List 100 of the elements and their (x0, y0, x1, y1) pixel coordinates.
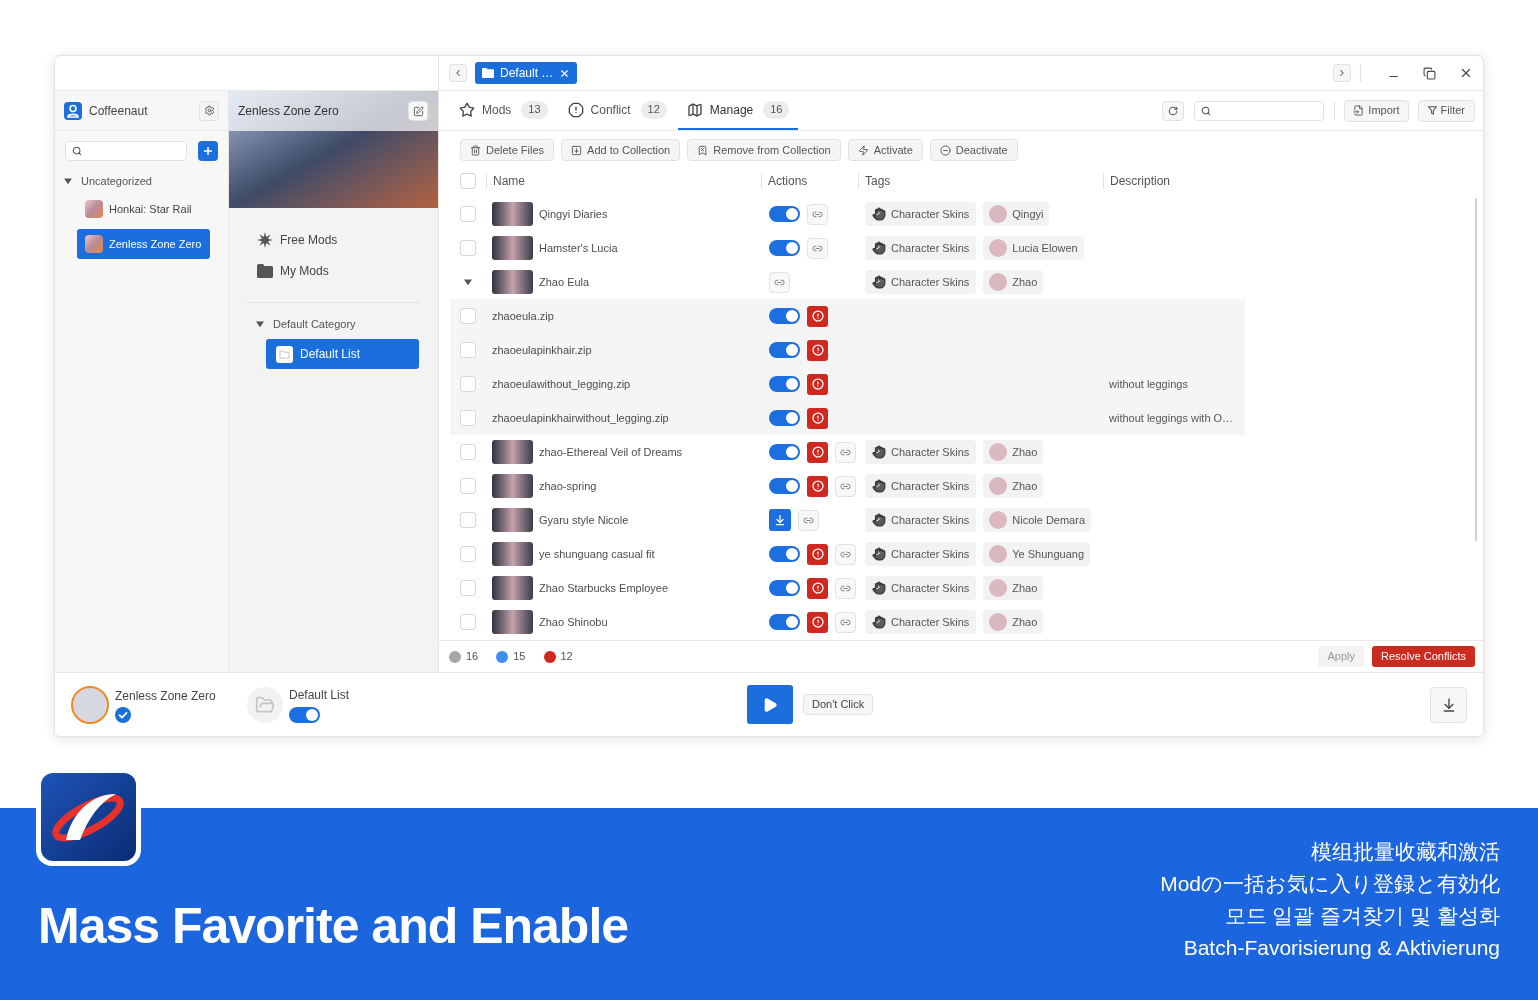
close-icon[interactable] (1459, 66, 1473, 80)
category-tag[interactable]: Character Skins (865, 474, 977, 498)
category-tag[interactable]: Character Skins (865, 576, 977, 600)
toggle-switch[interactable] (769, 410, 800, 426)
checkbox[interactable] (460, 173, 476, 189)
character-tag[interactable]: Zhao (983, 576, 1044, 600)
search-field[interactable] (65, 141, 187, 161)
link-button[interactable] (807, 237, 828, 259)
toggle-switch[interactable] (769, 444, 800, 460)
toolbar-button[interactable]: Add to Collection (561, 139, 681, 161)
alert-icon[interactable] (807, 611, 828, 633)
toggle-switch[interactable] (769, 206, 800, 222)
secondary-button[interactable]: Don't Click (803, 694, 874, 715)
search-field[interactable] (1194, 100, 1325, 121)
search-icon (1201, 105, 1212, 116)
category-tag[interactable]: Character Skins (865, 236, 977, 260)
list-item[interactable]: Default List (266, 339, 419, 369)
checkbox[interactable] (460, 342, 476, 358)
game-title: Zenless Zone Zero (238, 103, 339, 120)
caret-icon[interactable] (464, 278, 472, 286)
character-tag[interactable]: Zhao (983, 610, 1044, 634)
link-button[interactable] (769, 271, 790, 293)
toolbar-button[interactable]: Activate (847, 139, 923, 161)
alert-icon[interactable] (807, 543, 828, 565)
checkbox[interactable] (460, 376, 476, 392)
alert-icon[interactable] (807, 373, 828, 395)
alert-icon[interactable] (807, 441, 828, 463)
toggle-switch[interactable] (769, 614, 800, 630)
refresh-button[interactable] (1162, 100, 1185, 121)
toggle-switch[interactable] (769, 546, 800, 562)
tab[interactable]: Manage 16 (677, 91, 799, 130)
close-icon[interactable] (559, 67, 571, 79)
mod-name: Gyaru style Nicole (539, 512, 629, 528)
toggle-switch[interactable] (769, 376, 800, 392)
alert-icon[interactable] (807, 577, 828, 599)
category-tag[interactable]: Character Skins (865, 610, 977, 634)
alert-icon[interactable] (807, 407, 828, 429)
download-button[interactable] (1430, 686, 1467, 723)
character-tag[interactable]: Zhao (983, 270, 1044, 294)
resolve-button[interactable]: Resolve Conflicts (1372, 646, 1475, 667)
checkbox[interactable] (460, 206, 476, 222)
link-button[interactable] (835, 611, 856, 633)
nav-item[interactable]: My Mods (229, 255, 438, 286)
filter-button[interactable]: Filter (1417, 99, 1475, 122)
checkbox[interactable] (460, 240, 476, 256)
hand-icon (872, 445, 886, 459)
checkbox[interactable] (460, 580, 476, 596)
checkbox[interactable] (460, 444, 476, 460)
character-tag[interactable]: Ye Shunguang (983, 542, 1091, 566)
character-tag[interactable]: Lucia Elowen (983, 236, 1084, 260)
toolbar-button[interactable]: Delete Files (460, 139, 555, 161)
toggle-switch[interactable] (769, 308, 800, 324)
toggle-switch[interactable] (769, 478, 800, 494)
checkbox[interactable] (460, 512, 476, 528)
play-button[interactable] (747, 685, 794, 724)
toolbar-button[interactable]: Deactivate (929, 139, 1018, 161)
checkbox[interactable] (460, 410, 476, 426)
download-button[interactable] (769, 509, 791, 531)
folder-icon (276, 345, 293, 363)
tab[interactable]: Conflict 12 (558, 91, 676, 130)
link-button[interactable] (798, 509, 819, 531)
link-button[interactable] (807, 203, 828, 225)
alert-icon[interactable] (807, 305, 828, 327)
import-button[interactable]: Import (1344, 99, 1409, 122)
game-item[interactable]: Honkai: Star Rail (77, 194, 210, 224)
toggle-switch[interactable] (769, 342, 800, 358)
toggle-switch[interactable] (289, 707, 320, 723)
alert-icon[interactable] (807, 475, 828, 497)
toggle-switch[interactable] (769, 580, 800, 596)
link-button[interactable] (835, 577, 856, 599)
character-tag[interactable]: Zhao (983, 474, 1044, 498)
edit-button[interactable] (408, 101, 428, 121)
game-item[interactable]: Zenless Zone Zero (77, 229, 210, 259)
character-tag[interactable]: Zhao (983, 440, 1044, 464)
add-button[interactable] (198, 141, 218, 161)
open-tab[interactable]: Default … (475, 62, 578, 84)
alert-icon[interactable] (807, 339, 828, 361)
category-tag[interactable]: Character Skins (865, 542, 977, 566)
checkbox[interactable] (460, 546, 476, 562)
category-tag[interactable]: Character Skins (865, 440, 977, 464)
checkbox[interactable] (460, 614, 476, 630)
caret-icon[interactable] (256, 320, 264, 328)
category-tag[interactable]: Character Skins (865, 202, 977, 226)
nav-item[interactable]: Free Mods (229, 224, 438, 255)
link-button[interactable] (835, 441, 856, 463)
restore-icon[interactable] (1423, 66, 1436, 80)
category-tag[interactable]: Character Skins (865, 508, 977, 532)
link-button[interactable] (835, 543, 856, 565)
character-tag[interactable]: Qingyi (983, 202, 1050, 226)
checkbox[interactable] (460, 308, 476, 324)
settings-button[interactable] (199, 100, 219, 121)
caret-icon[interactable] (64, 177, 72, 185)
scrollbar[interactable] (1475, 198, 1477, 541)
tab[interactable]: Mods 13 (450, 91, 557, 130)
toolbar-button[interactable]: Remove from Collection (687, 139, 841, 161)
toggle-switch[interactable] (769, 240, 800, 256)
checkbox[interactable] (460, 478, 476, 494)
character-tag[interactable]: Nicole Demara (983, 508, 1091, 532)
link-button[interactable] (835, 475, 856, 497)
category-tag[interactable]: Character Skins (865, 270, 977, 294)
